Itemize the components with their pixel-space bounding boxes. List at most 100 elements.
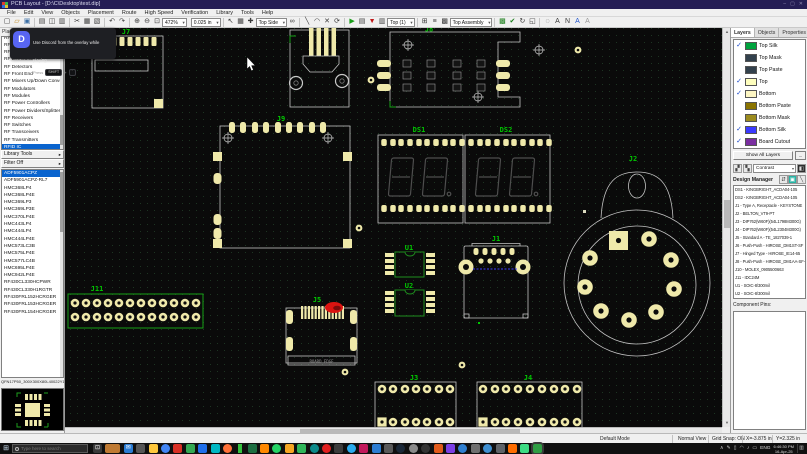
design-manager-item[interactable]: J8 - Push-Push - HIROSE_DM1AA-SF-P: [734, 258, 805, 266]
chrome-icon[interactable]: [161, 444, 170, 453]
usb-icon[interactable]: ▭: [752, 443, 757, 454]
design-manager-item[interactable]: U2 - SOIC-8/300mil: [734, 290, 805, 298]
library-category-item[interactable]: RF Modules: [2, 93, 63, 100]
place-trace-tool[interactable]: ╲: [302, 17, 312, 27]
design-manager-item[interactable]: DS1 - KINGBRIGHT_ACDA04-105: [734, 186, 805, 194]
component-list-item[interactable]: HMC368LP4: [2, 185, 63, 192]
tray-expand-icon[interactable]: ∧: [720, 443, 724, 454]
component-list-item[interactable]: RF430FRL153HCRGER: [2, 301, 63, 308]
Top Silk[interactable]: Top Silk: [734, 40, 805, 52]
ratlines-toggle[interactable]: ◌: [542, 17, 552, 27]
layer-color-swatch[interactable]: [745, 114, 757, 122]
component-list-scrollbar[interactable]: [60, 170, 63, 377]
component-list[interactable]: ADF5901ACPZADF5901ACPZ-RL7HMC368LP4HMC36…: [1, 169, 64, 378]
menu-item[interactable]: View: [37, 9, 57, 17]
whatsapp-icon[interactable]: [272, 444, 281, 453]
layer-dim-button[interactable]: ▚: [743, 164, 752, 173]
menu-item[interactable]: File: [3, 9, 20, 17]
firefox-icon[interactable]: [223, 444, 232, 453]
update-tool[interactable]: ⟳: [332, 17, 342, 27]
taskbar-search[interactable]: [12, 444, 88, 453]
snip-tool-icon[interactable]: [136, 444, 145, 453]
library-category-item[interactable]: RF Transmitters: [2, 137, 63, 144]
design-manager-item[interactable]: J3 - DIP762(W60F)(54L1798M300G): [734, 218, 805, 226]
menu-item[interactable]: Placement: [84, 9, 118, 17]
media-play-icon[interactable]: [508, 444, 517, 453]
library-category-item[interactable]: RF Power Controllers: [2, 100, 63, 107]
show-all-layers-button[interactable]: Show All Layers: [733, 151, 793, 160]
browser-icon[interactable]: [458, 444, 467, 453]
net-name-toggle[interactable]: N: [562, 17, 572, 27]
find-tool[interactable]: ∞: [287, 17, 297, 27]
paste-button[interactable]: ▧: [92, 17, 102, 27]
zoom-level-combo[interactable]: 472%: [162, 18, 187, 27]
Board Cutout[interactable]: Board Cutout: [734, 136, 805, 148]
zoom-out-button[interactable]: ⊖: [142, 17, 152, 27]
green-screen-icon[interactable]: [238, 444, 242, 453]
battery-icon[interactable]: ▯: [734, 443, 737, 454]
layer-setup-button[interactable]: ≡: [430, 17, 440, 27]
grid-toggle[interactable]: ▦: [236, 17, 246, 27]
component-list-item[interactable]: HMC443LP4: [2, 221, 63, 228]
cad-app-icon[interactable]: [434, 444, 443, 453]
redo-button[interactable]: ↷: [117, 17, 127, 27]
library-category-item[interactable]: RF Transceivers: [2, 129, 63, 136]
panel-tab[interactable]: Layers: [731, 28, 755, 37]
design-app-icon[interactable]: [359, 444, 368, 453]
sort-components-button[interactable]: ⇵: [779, 175, 788, 184]
layer-visibility-checkbox[interactable]: [735, 54, 743, 62]
telegram-icon[interactable]: [347, 444, 356, 453]
layer-visibility-checkbox[interactable]: [735, 42, 743, 50]
place-arc-tool[interactable]: ◠: [312, 17, 322, 27]
pen-icon[interactable]: ✎: [727, 443, 731, 454]
contrast-combo[interactable]: Contrast: [753, 164, 796, 173]
diptrace-icon[interactable]: [533, 444, 542, 453]
component-list-item[interactable]: HMC444LP4: [2, 228, 63, 235]
file-explorer-icon[interactable]: [149, 444, 158, 453]
alert-app-icon[interactable]: [285, 444, 294, 453]
panel-tab[interactable]: Properties: [779, 28, 807, 37]
taskbar-clock[interactable]: 6:46:30 PM 16-Apr-25: [774, 444, 794, 454]
layer-color-swatch[interactable]: [745, 66, 757, 74]
layer-color-swatch[interactable]: [745, 78, 757, 86]
layer-color-swatch[interactable]: [745, 102, 757, 110]
mail-icon[interactable]: ✉: [124, 444, 133, 453]
layer-color-swatch[interactable]: [745, 90, 757, 98]
vscode-icon[interactable]: [372, 444, 381, 453]
layer-color-mode-button[interactable]: ▞: [733, 164, 742, 173]
library-category-item[interactable]: RF Switches: [2, 122, 63, 129]
search-input[interactable]: [21, 446, 81, 451]
components-filter-button[interactable]: ▣: [788, 175, 797, 184]
zoom-window-button[interactable]: ⊡: [152, 17, 162, 27]
component-list-item[interactable]: HMC577LC4B: [2, 258, 63, 265]
layer-color-swatch[interactable]: [745, 54, 757, 62]
utility-icon[interactable]: [471, 444, 480, 453]
obs-icon[interactable]: [421, 444, 430, 453]
component-list-item[interactable]: HMC695LP4E: [2, 265, 63, 272]
network-icon[interactable]: ◠: [740, 443, 744, 454]
Bottom Paste[interactable]: Bottom Paste: [734, 100, 805, 112]
design-manager-item[interactable]: U1 - SOIC-8/300mil: [734, 282, 805, 290]
start-button[interactable]: ⊞: [0, 443, 12, 454]
menu-item[interactable]: Verification: [177, 9, 212, 17]
menu-item[interactable]: Tools: [237, 9, 258, 17]
android-tool-icon[interactable]: [520, 444, 529, 453]
menu-item[interactable]: Edit: [20, 9, 37, 17]
minimize-button[interactable]: –: [783, 0, 786, 9]
font-large-button[interactable]: A: [572, 17, 582, 27]
cut-button[interactable]: ✂: [72, 17, 82, 27]
component-list-item[interactable]: HMC942LP4E: [2, 272, 63, 279]
menu-item[interactable]: High Speed: [141, 9, 178, 17]
Bottom Silk[interactable]: Bottom Silk: [734, 124, 805, 136]
layer-color-swatch[interactable]: [745, 126, 757, 134]
layer-color-swatch[interactable]: [745, 138, 757, 146]
print-preview-button[interactable]: ◫: [47, 17, 57, 27]
excel-icon[interactable]: [248, 444, 257, 453]
copy-button[interactable]: ▦: [82, 17, 92, 27]
cloud-drive-icon[interactable]: [496, 444, 505, 453]
open-file-button[interactable]: ▱: [12, 17, 22, 27]
gmail-icon[interactable]: [173, 444, 182, 453]
Bottom[interactable]: Bottom: [734, 88, 805, 100]
design-manager-item[interactable]: J11 - IDC24M: [734, 274, 805, 282]
pcb-canvas[interactable]: J7 J8: [65, 28, 722, 427]
